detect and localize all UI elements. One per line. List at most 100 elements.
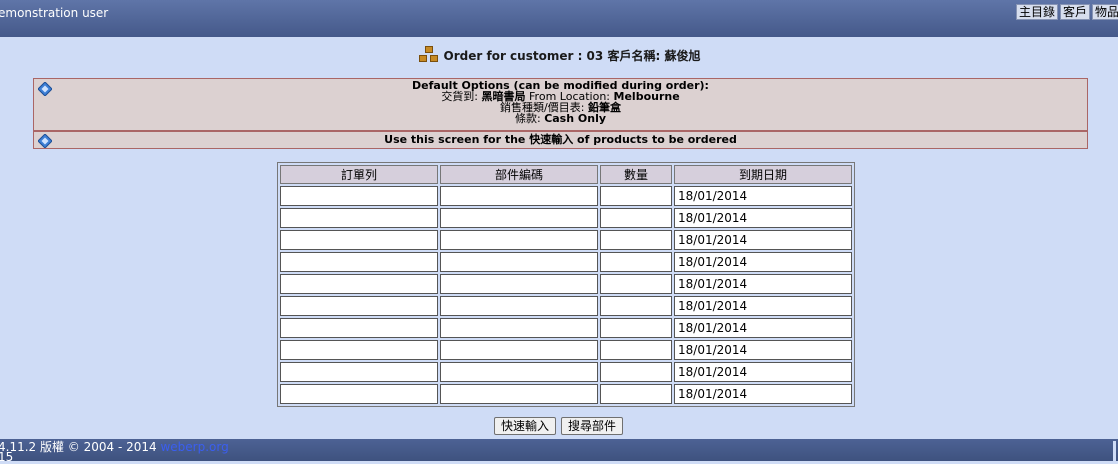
part-code-input[interactable] [440,362,598,382]
part-code-input[interactable] [440,230,598,250]
part-code-input[interactable] [440,186,598,206]
order-line-input[interactable] [280,340,438,360]
due-date-input[interactable] [674,186,852,206]
table-cell [600,274,672,294]
quantity-input[interactable] [600,274,672,294]
customer-code: 03 [586,49,604,63]
help-icon [38,134,52,148]
order-line-input[interactable] [280,318,438,338]
order-line-input[interactable] [280,384,438,404]
order-line-input[interactable] [280,274,438,294]
quantity-input[interactable] [600,186,672,206]
column-header-order-line: 訂單列 [280,165,438,184]
part-code-input[interactable] [440,252,598,272]
part-code-input[interactable] [440,296,598,316]
column-header-quantity: 數量 [600,165,672,184]
due-date-input[interactable] [674,252,852,272]
table-row [280,318,852,338]
quantity-input[interactable] [600,362,672,382]
column-header-part-code: 部件編碼 [440,165,598,184]
part-code-input[interactable] [440,318,598,338]
table-cell [674,340,852,360]
table-cell [280,340,438,360]
quantity-input[interactable] [600,252,672,272]
from-location-value: Melbourne [613,90,680,103]
hint-text-before: Use this screen for the [384,133,530,146]
part-code-input[interactable] [440,274,598,294]
table-cell [440,230,598,250]
table-row [280,362,852,382]
table-cell [440,296,598,316]
quantity-input[interactable] [600,384,672,404]
table-cell [280,296,438,316]
menu-main[interactable]: 主目錄 [1015,4,1058,20]
table-cell [600,362,672,382]
main-menu: 主目錄 客戶 物品 [1015,4,1118,20]
table-header-row: 訂單列 部件編碼 數量 到期日期 [280,165,852,184]
menu-customers[interactable]: 客戶 [1059,4,1090,20]
footer-line2: 15 [0,450,14,464]
search-parts-button[interactable]: 搜尋部件 [561,417,624,435]
part-code-input[interactable] [440,340,598,360]
table-cell [674,252,852,272]
table-cell [674,274,852,294]
order-line-input[interactable] [280,208,438,228]
table-cell [674,362,852,382]
table-cell [600,208,672,228]
quantity-input[interactable] [600,296,672,316]
table-body [280,186,852,404]
table-cell [600,252,672,272]
table-row [280,186,852,206]
customer-name-label: 客戶名稱: [607,49,661,63]
due-date-input[interactable] [674,296,852,316]
deliver-to-label: 交貨到: [441,90,479,103]
order-line-input[interactable] [280,296,438,316]
table-row [280,340,852,360]
due-date-input[interactable] [674,274,852,294]
table-row [280,230,852,250]
part-code-input[interactable] [440,384,598,404]
table-cell [440,274,598,294]
due-date-input[interactable] [674,340,852,360]
footer: 4.11.2 版權 © 2004 - 2014 weberp.org 15 [0,438,1118,464]
footer-version-text: 4.11.2 版權 © 2004 - 2014 [0,440,161,454]
part-code-input[interactable] [440,208,598,228]
table-cell [280,362,438,382]
quantity-input[interactable] [600,208,672,228]
boxes-icon [418,46,440,64]
table-cell [440,318,598,338]
table-row [280,274,852,294]
quantity-input[interactable] [600,230,672,250]
due-date-input[interactable] [674,384,852,404]
table-row [280,296,852,316]
menu-items[interactable]: 物品 [1091,4,1118,20]
footer-copyright: 4.11.2 版權 © 2004 - 2014 weberp.org [0,438,229,455]
hint-text-highlight: 快速輸入 [529,133,574,146]
quantity-input[interactable] [600,318,672,338]
order-line-input[interactable] [280,252,438,272]
action-buttons: 快速輸入 搜尋部件 [494,417,624,435]
table-cell [440,384,598,404]
table-cell [280,318,438,338]
table-cell [674,230,852,250]
table-cell [674,318,852,338]
table-cell [440,340,598,360]
order-line-input[interactable] [280,230,438,250]
due-date-input[interactable] [674,362,852,382]
table-cell [600,318,672,338]
page-title: Order for customer : 03 客戶名稱: 蘇俊旭 [0,46,1118,64]
table-cell [674,296,852,316]
column-header-due-date: 到期日期 [674,165,852,184]
table-cell [280,208,438,228]
weberp-link[interactable]: weberp.org [160,440,228,454]
quick-entry-button[interactable]: 快速輸入 [494,417,557,435]
order-line-input[interactable] [280,186,438,206]
table-cell [600,186,672,206]
quantity-input[interactable] [600,340,672,360]
table-row [280,252,852,272]
table-cell [440,252,598,272]
due-date-input[interactable] [674,230,852,250]
due-date-input[interactable] [674,208,852,228]
order-line-input[interactable] [280,362,438,382]
due-date-input[interactable] [674,318,852,338]
